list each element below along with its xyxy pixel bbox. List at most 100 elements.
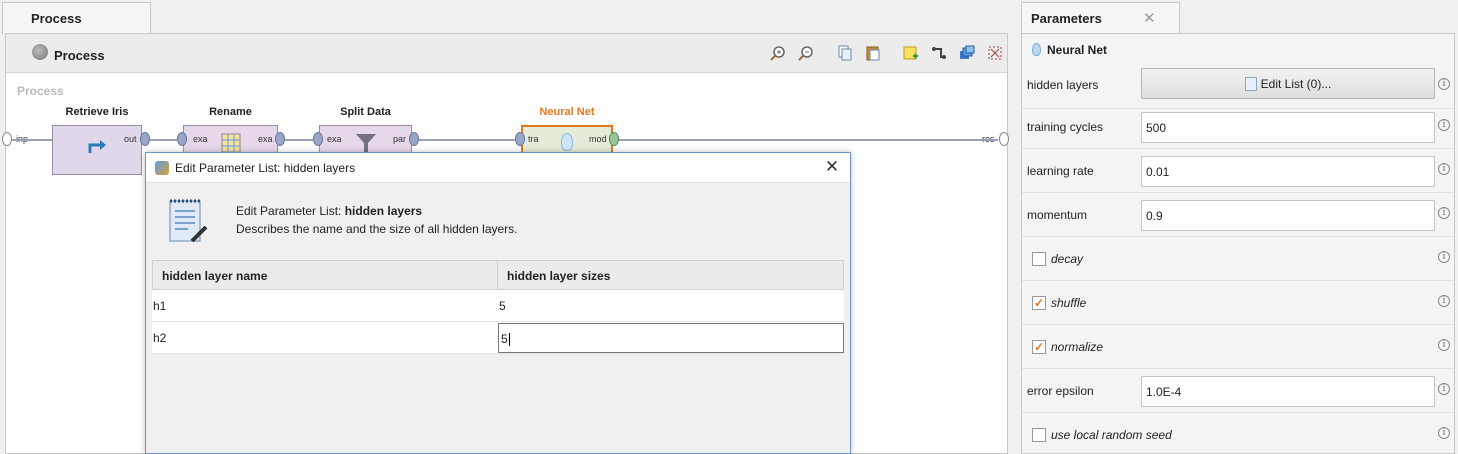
operator-rename[interactable]: Rename exa exa xyxy=(177,106,285,155)
param-learning-rate: learning rate 0.01 i xyxy=(1022,149,1454,193)
edit-parameter-list-dialog: Edit Parameter List: hidden layers ✕ Edi… xyxy=(145,152,851,454)
input-port[interactable] xyxy=(515,132,525,146)
process-gear-icon[interactable] xyxy=(32,44,48,60)
param-hidden-layers: hidden layers Edit List (0)... i xyxy=(1022,65,1454,109)
close-icon[interactable]: ✕ xyxy=(822,157,842,177)
parameters-panel: Neural Net hidden layers Edit List (0)..… xyxy=(1021,33,1455,454)
app-logo-icon xyxy=(155,161,169,175)
operator-name: Rename xyxy=(209,106,252,118)
info-icon[interactable]: i xyxy=(1438,207,1450,219)
use-local-random-seed-checkbox[interactable] xyxy=(1032,428,1046,442)
port-label: exa xyxy=(327,134,342,144)
param-label: shuffle xyxy=(1051,296,1087,310)
layers-icon[interactable] xyxy=(958,44,976,62)
edit-list-button[interactable]: Edit List (0)... xyxy=(1141,68,1435,99)
bulb-icon xyxy=(1032,43,1041,56)
port-label: par xyxy=(393,134,407,144)
layer-size-value: 5 xyxy=(501,332,508,346)
param-label: decay xyxy=(1051,252,1084,266)
learning-rate-input[interactable]: 0.01 xyxy=(1141,156,1435,187)
column-header-name[interactable]: hidden layer name xyxy=(153,261,498,289)
param-training-cycles: training cycles 500 i xyxy=(1022,105,1454,149)
info-icon[interactable]: i xyxy=(1438,383,1450,395)
operator-split-data[interactable]: Split Data exa par xyxy=(313,106,419,155)
output-port[interactable] xyxy=(409,132,419,146)
param-label: error epsilon xyxy=(1027,384,1094,398)
param-decay: decay i xyxy=(1022,237,1454,281)
tab-process[interactable]: Process xyxy=(2,2,151,35)
connection-wire xyxy=(618,139,998,141)
table-row: h1 5 xyxy=(152,290,844,322)
info-icon[interactable]: i xyxy=(1438,119,1450,131)
zoom-out-icon[interactable] xyxy=(797,44,815,62)
bulb-icon xyxy=(561,133,573,151)
output-port[interactable] xyxy=(140,132,150,146)
dialog-titlebar: Edit Parameter List: hidden layers ✕ xyxy=(146,153,850,183)
edit-list-button-label: Edit List (0)... xyxy=(1260,77,1332,91)
decay-checkbox[interactable] xyxy=(1032,252,1046,266)
info-icon[interactable]: i xyxy=(1438,339,1450,351)
table-icon xyxy=(221,133,241,153)
param-label: use local random seed xyxy=(1051,428,1172,442)
zoom-in-icon[interactable] xyxy=(769,44,787,62)
selected-operator: Neural Net xyxy=(1032,43,1107,57)
process-header: Process xyxy=(6,34,1007,73)
paste-icon[interactable] xyxy=(864,44,882,62)
info-icon[interactable]: i xyxy=(1438,427,1450,439)
connection-wire xyxy=(12,139,52,141)
tab-parameters[interactable]: Parameters ✕ xyxy=(1021,2,1180,35)
shuffle-checkbox[interactable]: ✓ xyxy=(1032,296,1046,310)
copy-icon[interactable] xyxy=(836,44,854,62)
table-row: h2 5 xyxy=(152,322,844,354)
momentum-input[interactable]: 0.9 xyxy=(1141,200,1435,231)
param-label: momentum xyxy=(1027,208,1088,222)
layer-name-cell[interactable]: h1 xyxy=(152,290,498,321)
layer-name-cell[interactable]: h2 xyxy=(152,322,498,353)
close-icon[interactable]: ✕ xyxy=(1143,9,1156,27)
auto-wire-icon[interactable] xyxy=(930,44,948,62)
fit-icon[interactable] xyxy=(986,44,1004,62)
output-port[interactable] xyxy=(609,132,619,146)
param-normalize: ✓ normalize i xyxy=(1022,325,1454,369)
parameter-list-table: hidden layer name hidden layer sizes h1 … xyxy=(152,260,844,354)
info-icon[interactable]: i xyxy=(1438,78,1450,90)
layer-size-cell[interactable]: 5 xyxy=(498,290,844,321)
connection-wire xyxy=(417,139,521,141)
normalize-checkbox[interactable]: ✓ xyxy=(1032,340,1046,354)
input-port[interactable] xyxy=(313,132,323,146)
retrieve-icon xyxy=(88,140,106,153)
layer-size-editor[interactable]: 5 xyxy=(498,323,844,353)
info-icon[interactable]: i xyxy=(1438,163,1450,175)
param-shuffle: ✓ shuffle i xyxy=(1022,281,1454,325)
process-title: Process xyxy=(54,48,105,63)
port-label: mod xyxy=(589,134,607,144)
add-note-icon[interactable] xyxy=(902,44,920,62)
input-port[interactable] xyxy=(177,132,187,146)
dialog-heading-prefix: Edit Parameter List: xyxy=(236,204,345,218)
connection-wire xyxy=(283,139,317,141)
text-caret xyxy=(508,333,510,347)
dialog-heading-param: hidden layers xyxy=(344,204,423,218)
process-tabbar: Process xyxy=(0,0,1008,35)
param-momentum: momentum 0.9 i xyxy=(1022,193,1454,237)
training-cycles-input[interactable]: 500 xyxy=(1141,112,1435,143)
tab-label: Parameters xyxy=(1031,11,1102,26)
info-icon[interactable]: i xyxy=(1438,295,1450,307)
process-input-port[interactable] xyxy=(2,132,12,146)
dialog-description: Describes the name and the size of all h… xyxy=(236,222,518,236)
param-label: learning rate xyxy=(1027,164,1094,178)
operator-retrieve-iris[interactable]: Retrieve Iris out xyxy=(52,106,150,175)
param-error-epsilon: error epsilon 1.0E-4 i xyxy=(1022,369,1454,413)
port-label: exa xyxy=(193,134,208,144)
table-header: hidden layer name hidden layer sizes xyxy=(152,260,844,290)
process-result-port[interactable] xyxy=(999,132,1009,146)
column-header-sizes[interactable]: hidden layer sizes xyxy=(498,261,843,289)
notepad-icon xyxy=(169,199,208,243)
error-epsilon-input[interactable]: 1.0E-4 xyxy=(1141,376,1435,407)
operator-neural-net[interactable]: Neural Net tra mod xyxy=(515,106,619,155)
info-icon[interactable]: i xyxy=(1438,251,1450,263)
output-port[interactable] xyxy=(275,132,285,146)
param-label: normalize xyxy=(1051,340,1104,354)
canvas-label: Process xyxy=(17,84,64,98)
param-label: hidden layers xyxy=(1027,78,1099,92)
